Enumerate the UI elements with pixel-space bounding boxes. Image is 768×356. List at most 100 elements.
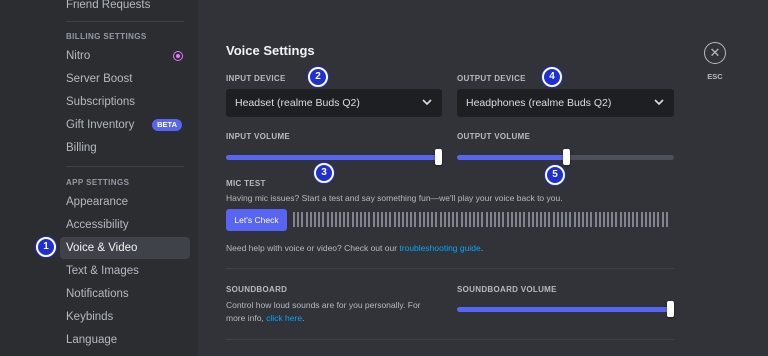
- input-device-select[interactable]: Headset (realme Buds Q2): [226, 89, 442, 117]
- meter-bar: [364, 212, 367, 227]
- lets-check-button[interactable]: Let's Check: [226, 209, 287, 231]
- meter-bar: [443, 212, 446, 227]
- meter-bar: [598, 212, 601, 227]
- meter-bar: [410, 212, 413, 227]
- click-here-link[interactable]: click here: [266, 313, 302, 323]
- output-device-value: Headphones (realme Buds Q2): [466, 97, 612, 109]
- meter-bar: [498, 212, 501, 227]
- meter-bar: [464, 212, 467, 227]
- meter-bar: [368, 212, 371, 227]
- meter-bar: [494, 212, 496, 227]
- meter-bar: [322, 212, 325, 227]
- chevron-down-icon: [654, 89, 664, 129]
- meter-bar: [531, 212, 534, 227]
- sidebar-item-billing[interactable]: Billing: [60, 137, 190, 159]
- sidebar-item-label: Gift Inventory: [66, 119, 135, 131]
- meter-bar: [460, 212, 463, 227]
- mic-test-label: MIC TEST: [226, 179, 266, 188]
- close-icon: ✕: [709, 45, 721, 60]
- soundboard-text-suffix: .: [302, 313, 305, 323]
- meter-bar: [389, 212, 392, 227]
- meter-bar: [506, 212, 509, 227]
- output-volume-handle[interactable]: [562, 149, 570, 165]
- meter-bar: [376, 212, 379, 227]
- billing-settings-header: BILLING SETTINGS: [66, 32, 147, 41]
- sidebar-item-notifications[interactable]: Notifications: [60, 283, 190, 305]
- meter-bar: [313, 212, 316, 227]
- meter-bar: [640, 212, 643, 227]
- meter-bar: [581, 212, 584, 227]
- meter-bar: [590, 212, 593, 227]
- page-title: Voice Settings: [226, 43, 315, 58]
- input-device-value: Headset (realme Buds Q2): [235, 97, 360, 109]
- sidebar-item-keybinds[interactable]: Keybinds: [60, 306, 190, 328]
- esc-label: ESC: [707, 72, 723, 81]
- help-text: Need help with voice or video? Check out…: [226, 243, 483, 253]
- meter-bar: [615, 212, 618, 227]
- help-text-suffix: .: [480, 243, 484, 253]
- output-volume-label: OUTPUT VOLUME: [457, 132, 531, 141]
- sidebar-divider: [66, 166, 184, 167]
- meter-bar: [435, 212, 438, 227]
- meter-bar: [602, 212, 605, 227]
- meter-bar: [481, 212, 484, 227]
- meter-bar: [502, 212, 505, 227]
- meter-bar: [657, 212, 660, 227]
- mic-test-description: Having mic issues? Start a test and say …: [226, 193, 563, 203]
- mic-level-meter: [293, 212, 673, 227]
- soundboard-description: Control how loud sounds are for you pers…: [226, 300, 421, 310]
- meter-bar: [569, 212, 572, 227]
- input-volume-handle[interactable]: [435, 149, 442, 165]
- chevron-down-icon: [422, 89, 432, 129]
- meter-bar: [326, 212, 329, 227]
- meter-bar: [527, 212, 530, 227]
- sidebar-item-nitro[interactable]: Nitro: [60, 45, 190, 67]
- meter-bar: [586, 212, 589, 227]
- output-device-select[interactable]: Headphones (realme Buds Q2): [457, 89, 674, 117]
- sidebar-item-gift-inventory[interactable]: Gift Inventory BETA: [60, 114, 190, 136]
- sidebar-item-accessibility[interactable]: Accessibility: [60, 214, 190, 236]
- meter-bar: [309, 212, 312, 227]
- meter-bar: [556, 212, 559, 227]
- sidebar-item-voice-video[interactable]: Voice & Video: [60, 237, 190, 259]
- help-text-prefix: Need help with voice or video? Check out…: [226, 243, 400, 253]
- input-volume-slider[interactable]: [226, 149, 442, 165]
- annotation-badge-1: 1: [36, 237, 56, 257]
- sidebar-item-language[interactable]: Language: [60, 329, 190, 351]
- sidebar-item-server-boost[interactable]: Server Boost: [60, 68, 190, 90]
- sidebar-item-text-images[interactable]: Text & Images: [60, 260, 190, 282]
- output-volume-slider[interactable]: [457, 149, 674, 165]
- meter-bar: [406, 212, 409, 227]
- nitro-icon: [174, 52, 182, 60]
- meter-bar: [393, 212, 396, 227]
- meter-bar: [573, 212, 576, 227]
- soundboard-volume-fill: [457, 307, 674, 312]
- meter-bar: [468, 212, 471, 227]
- meter-bar: [297, 212, 300, 227]
- meter-bar: [619, 212, 622, 227]
- meter-bar: [293, 212, 295, 227]
- meter-bar: [636, 212, 639, 227]
- meter-bar: [665, 212, 668, 227]
- meter-bar: [565, 212, 568, 227]
- soundboard-volume-slider[interactable]: [457, 301, 674, 317]
- annotation-badge-5: 5: [545, 165, 565, 185]
- meter-bar: [489, 212, 492, 227]
- meter-bar: [594, 212, 597, 227]
- close-button[interactable]: ✕: [704, 42, 726, 64]
- sidebar-item-friend-requests[interactable]: Friend Requests: [60, 0, 190, 16]
- meter-bar: [431, 212, 434, 227]
- meter-bar: [552, 212, 555, 227]
- meter-bar: [385, 212, 388, 227]
- sidebar-item-subscriptions[interactable]: Subscriptions: [60, 91, 190, 113]
- troubleshooting-guide-link[interactable]: troubleshooting guide: [399, 243, 480, 253]
- meter-bar: [456, 212, 459, 227]
- app-settings-header: APP SETTINGS: [66, 178, 130, 187]
- output-device-label: OUTPUT DEVICE: [457, 74, 526, 83]
- meter-bar: [305, 212, 308, 227]
- soundboard-volume-handle[interactable]: [667, 301, 674, 317]
- soundboard-description-line2: more info, click here.: [226, 313, 304, 323]
- sidebar-item-appearance[interactable]: Appearance: [60, 191, 190, 213]
- soundboard-volume-label: SOUNDBOARD VOLUME: [457, 285, 557, 294]
- section-divider: [226, 268, 674, 269]
